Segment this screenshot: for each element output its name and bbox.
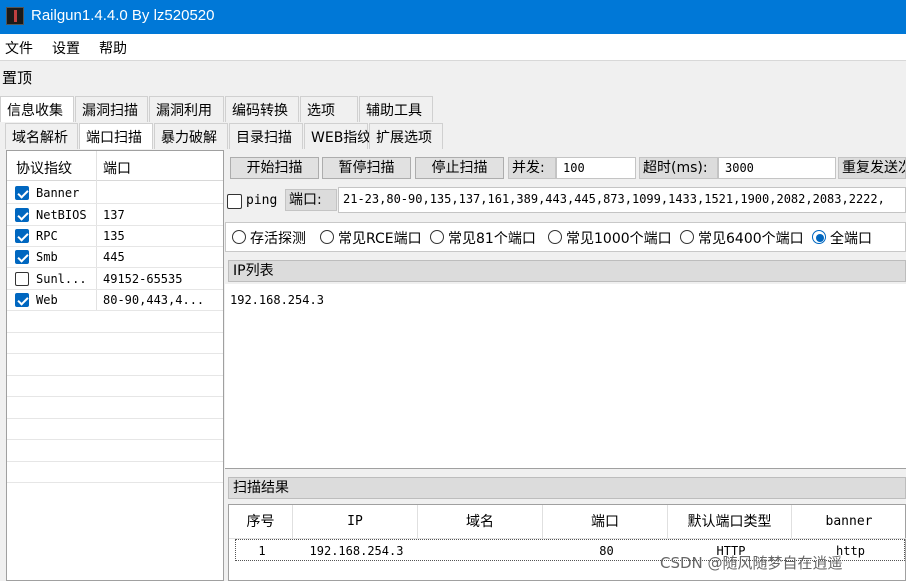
protocol-row[interactable]: Banner	[7, 183, 223, 204]
ip-list-title: IP列表	[228, 260, 906, 282]
table-header: 协议指纹 端口	[7, 151, 223, 181]
protocol-row[interactable]: Web 80-90,443,4...	[7, 290, 223, 311]
main-tabs: 信息收集 漏洞扫描 漏洞利用 编码转换 选项 辅助工具	[0, 96, 906, 122]
tab-port-scan[interactable]: 端口扫描	[79, 123, 153, 149]
protocol-checkbox[interactable]	[15, 229, 29, 243]
protocol-fingerprint-table: 协议指纹 端口 Banner NetBIOS 137 RPC 135 Smb 4…	[6, 150, 224, 581]
protocol-name: NetBIOS	[36, 208, 87, 222]
empty-row	[7, 312, 223, 333]
timeout-label: 超时(ms):	[639, 157, 718, 179]
ports-label: 端口:	[285, 189, 337, 211]
tab-vuln-exploit[interactable]: 漏洞利用	[149, 96, 224, 122]
preset-label: 常见1000个端口	[566, 231, 672, 247]
ip-list-entry: 192.168.254.3	[230, 293, 324, 307]
preset-label: 常见6400个端口	[698, 231, 804, 247]
preset-label: 常见RCE端口	[338, 231, 422, 247]
empty-row	[7, 333, 223, 354]
pin-toolbar: 置顶	[0, 60, 906, 92]
preset-label: 存活探测	[250, 231, 306, 247]
column-header-service-type[interactable]: 默认端口类型	[668, 505, 792, 539]
title-bar: Railgun1.4.4.0 By lz520520	[0, 0, 906, 34]
header-port: 端口	[103, 161, 131, 177]
column-header-domain[interactable]: 域名	[418, 505, 543, 539]
protocol-name: RPC	[36, 229, 58, 243]
empty-row	[7, 376, 223, 397]
preset-radio[interactable]	[680, 230, 694, 244]
empty-row	[7, 419, 223, 440]
preset-radio[interactable]	[320, 230, 334, 244]
cell-index: 1	[258, 544, 266, 558]
protocol-checkbox[interactable]	[15, 208, 29, 222]
protocol-checkbox[interactable]	[15, 250, 29, 264]
ping-label: ping	[246, 193, 278, 208]
empty-row	[7, 441, 223, 462]
tab-options[interactable]: 选项	[300, 96, 358, 122]
protocol-row[interactable]: RPC 135	[7, 226, 223, 247]
empty-row	[7, 462, 223, 483]
tab-dir-scan[interactable]: 目录扫描	[229, 123, 303, 149]
tab-domain-resolve[interactable]: 域名解析	[5, 123, 78, 149]
header-protocol: 协议指纹	[16, 161, 72, 177]
tab-encoding[interactable]: 编码转换	[225, 96, 299, 122]
tab-extended-options[interactable]: 扩展选项	[369, 123, 443, 149]
column-header-banner[interactable]: banner	[792, 505, 906, 539]
watermark: CSDN @随风随梦自在逍遥	[660, 554, 843, 572]
window-title: Railgun1.4.4.0 By lz520520	[31, 7, 215, 24]
protocol-ports: 445	[103, 250, 125, 264]
preset-label: 常见81个端口	[448, 231, 536, 247]
protocol-name: Sunl...	[36, 272, 87, 286]
cell-ip: 192.168.254.3	[309, 544, 404, 558]
timeout-input[interactable]: 3000	[718, 157, 836, 179]
resend-count-label: 重复发送次	[838, 157, 906, 179]
ports-input[interactable]: 21-23,80-90,135,137,161,389,443,445,873,…	[338, 187, 906, 213]
tab-tools[interactable]: 辅助工具	[359, 96, 433, 122]
protocol-name: Smb	[36, 250, 58, 264]
app-icon	[6, 7, 24, 25]
scan-results-title: 扫描结果	[228, 477, 906, 499]
protocol-name: Banner	[36, 186, 80, 200]
protocol-checkbox[interactable]	[15, 293, 29, 307]
empty-row	[7, 355, 223, 376]
protocol-name: Web	[36, 293, 58, 307]
tab-web-fingerprint[interactable]: WEB指纹	[304, 123, 371, 149]
protocol-ports: 49152-65535	[103, 272, 183, 286]
ping-checkbox[interactable]	[227, 194, 242, 209]
cell-domain	[419, 540, 544, 562]
cell-port: 80	[599, 544, 614, 558]
protocol-row[interactable]: Smb 445	[7, 247, 223, 268]
concurrency-input[interactable]: 100	[556, 157, 636, 179]
ip-list-textarea[interactable]: 192.168.254.3	[225, 284, 906, 469]
menu-file[interactable]: 文件	[5, 38, 33, 58]
column-header-index[interactable]: 序号	[229, 505, 293, 539]
preset-radio[interactable]	[548, 230, 562, 244]
pause-scan-button[interactable]: 暂停扫描	[322, 157, 411, 179]
sub-tabs: 域名解析 端口扫描 暴力破解 目录扫描 WEB指纹 扩展选项	[0, 123, 906, 150]
menu-help[interactable]: 帮助	[99, 38, 127, 58]
stop-scan-button[interactable]: 停止扫描	[415, 157, 504, 179]
concurrency-label: 并发:	[508, 157, 556, 179]
start-scan-button[interactable]: 开始扫描	[230, 157, 319, 179]
protocol-row[interactable]: Sunl... 49152-65535	[7, 269, 223, 290]
protocol-ports: 80-90,443,4...	[103, 293, 205, 307]
menu-settings[interactable]: 设置	[52, 38, 80, 58]
tab-info-gathering[interactable]: 信息收集	[0, 96, 74, 122]
preset-radio[interactable]	[232, 230, 246, 244]
port-preset-group: 存活探测 常见RCE端口 常见81个端口 常见1000个端口 常见6400个端口…	[225, 222, 906, 252]
tab-brute-force[interactable]: 暴力破解	[154, 123, 228, 149]
protocol-checkbox[interactable]	[15, 186, 29, 200]
column-header-port[interactable]: 端口	[543, 505, 668, 539]
protocol-row[interactable]: NetBIOS 137	[7, 205, 223, 226]
empty-row	[7, 398, 223, 419]
tab-vuln-scan[interactable]: 漏洞扫描	[75, 96, 148, 122]
protocol-ports: 135	[103, 229, 125, 243]
menu-bar: 文件 设置 帮助	[0, 34, 906, 60]
column-header-ip[interactable]: IP	[293, 505, 418, 539]
preset-radio-all-ports[interactable]	[812, 230, 826, 244]
pin-on-top-button[interactable]: 置顶	[2, 67, 32, 88]
protocol-ports: 137	[103, 208, 125, 222]
protocol-checkbox[interactable]	[15, 272, 29, 286]
preset-label: 全端口	[830, 231, 872, 247]
preset-radio[interactable]	[430, 230, 444, 244]
